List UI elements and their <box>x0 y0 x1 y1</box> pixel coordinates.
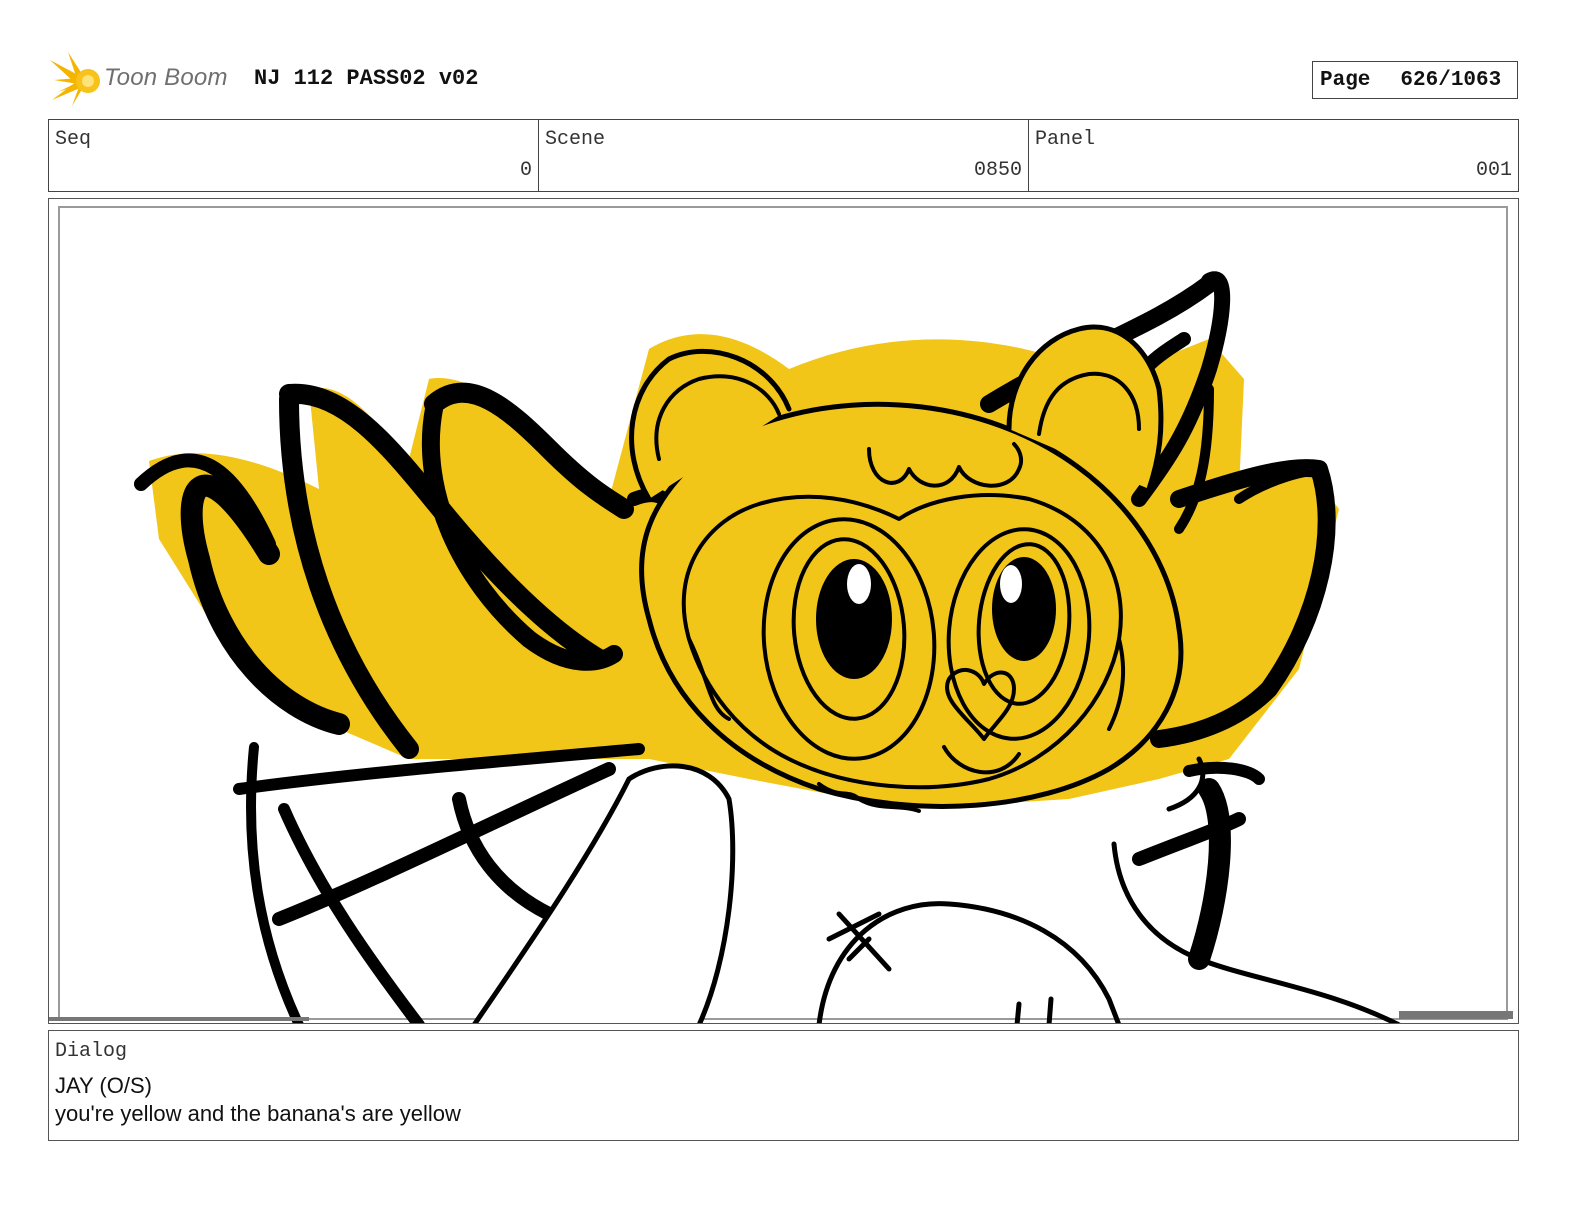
logo-wordmark: Toon Boom <box>104 64 228 91</box>
page-counter: Page 626/1063 <box>1312 61 1518 99</box>
seq-cell: Seq 0 <box>49 120 539 191</box>
seq-value: 0 <box>519 159 532 182</box>
storyboard-panel <box>48 198 1519 1024</box>
dialog-speaker: JAY (O/S) <box>55 1073 152 1098</box>
dialog-line: you're yellow and the banana's are yello… <box>55 1101 461 1126</box>
scene-label: Scene <box>545 128 606 151</box>
page-value: 626/1063 <box>1400 68 1502 92</box>
shot-info-row: Seq 0 Scene 0850 Panel 001 <box>48 119 1519 192</box>
seq-label: Seq <box>55 128 92 151</box>
toon-boom-sunburst-icon <box>50 52 100 106</box>
dialog-box: Dialog JAY (O/S) you're yellow and the b… <box>48 1030 1519 1141</box>
panel-value: 001 <box>1475 159 1512 182</box>
scene-value: 0850 <box>973 159 1022 182</box>
panel-cell: Panel 001 <box>1029 120 1518 191</box>
dialog-label: Dialog <box>55 1040 128 1063</box>
panel-label: Panel <box>1035 128 1096 151</box>
timeline-marker <box>1399 1011 1513 1019</box>
toon-boom-logo: Toon Boom <box>50 52 240 108</box>
scene-cell: Scene 0850 <box>539 120 1029 191</box>
storyboard-drawing <box>49 206 1513 1023</box>
page-label: Page <box>1320 68 1371 92</box>
document-title: NJ 112 PASS02 v02 <box>254 66 479 91</box>
